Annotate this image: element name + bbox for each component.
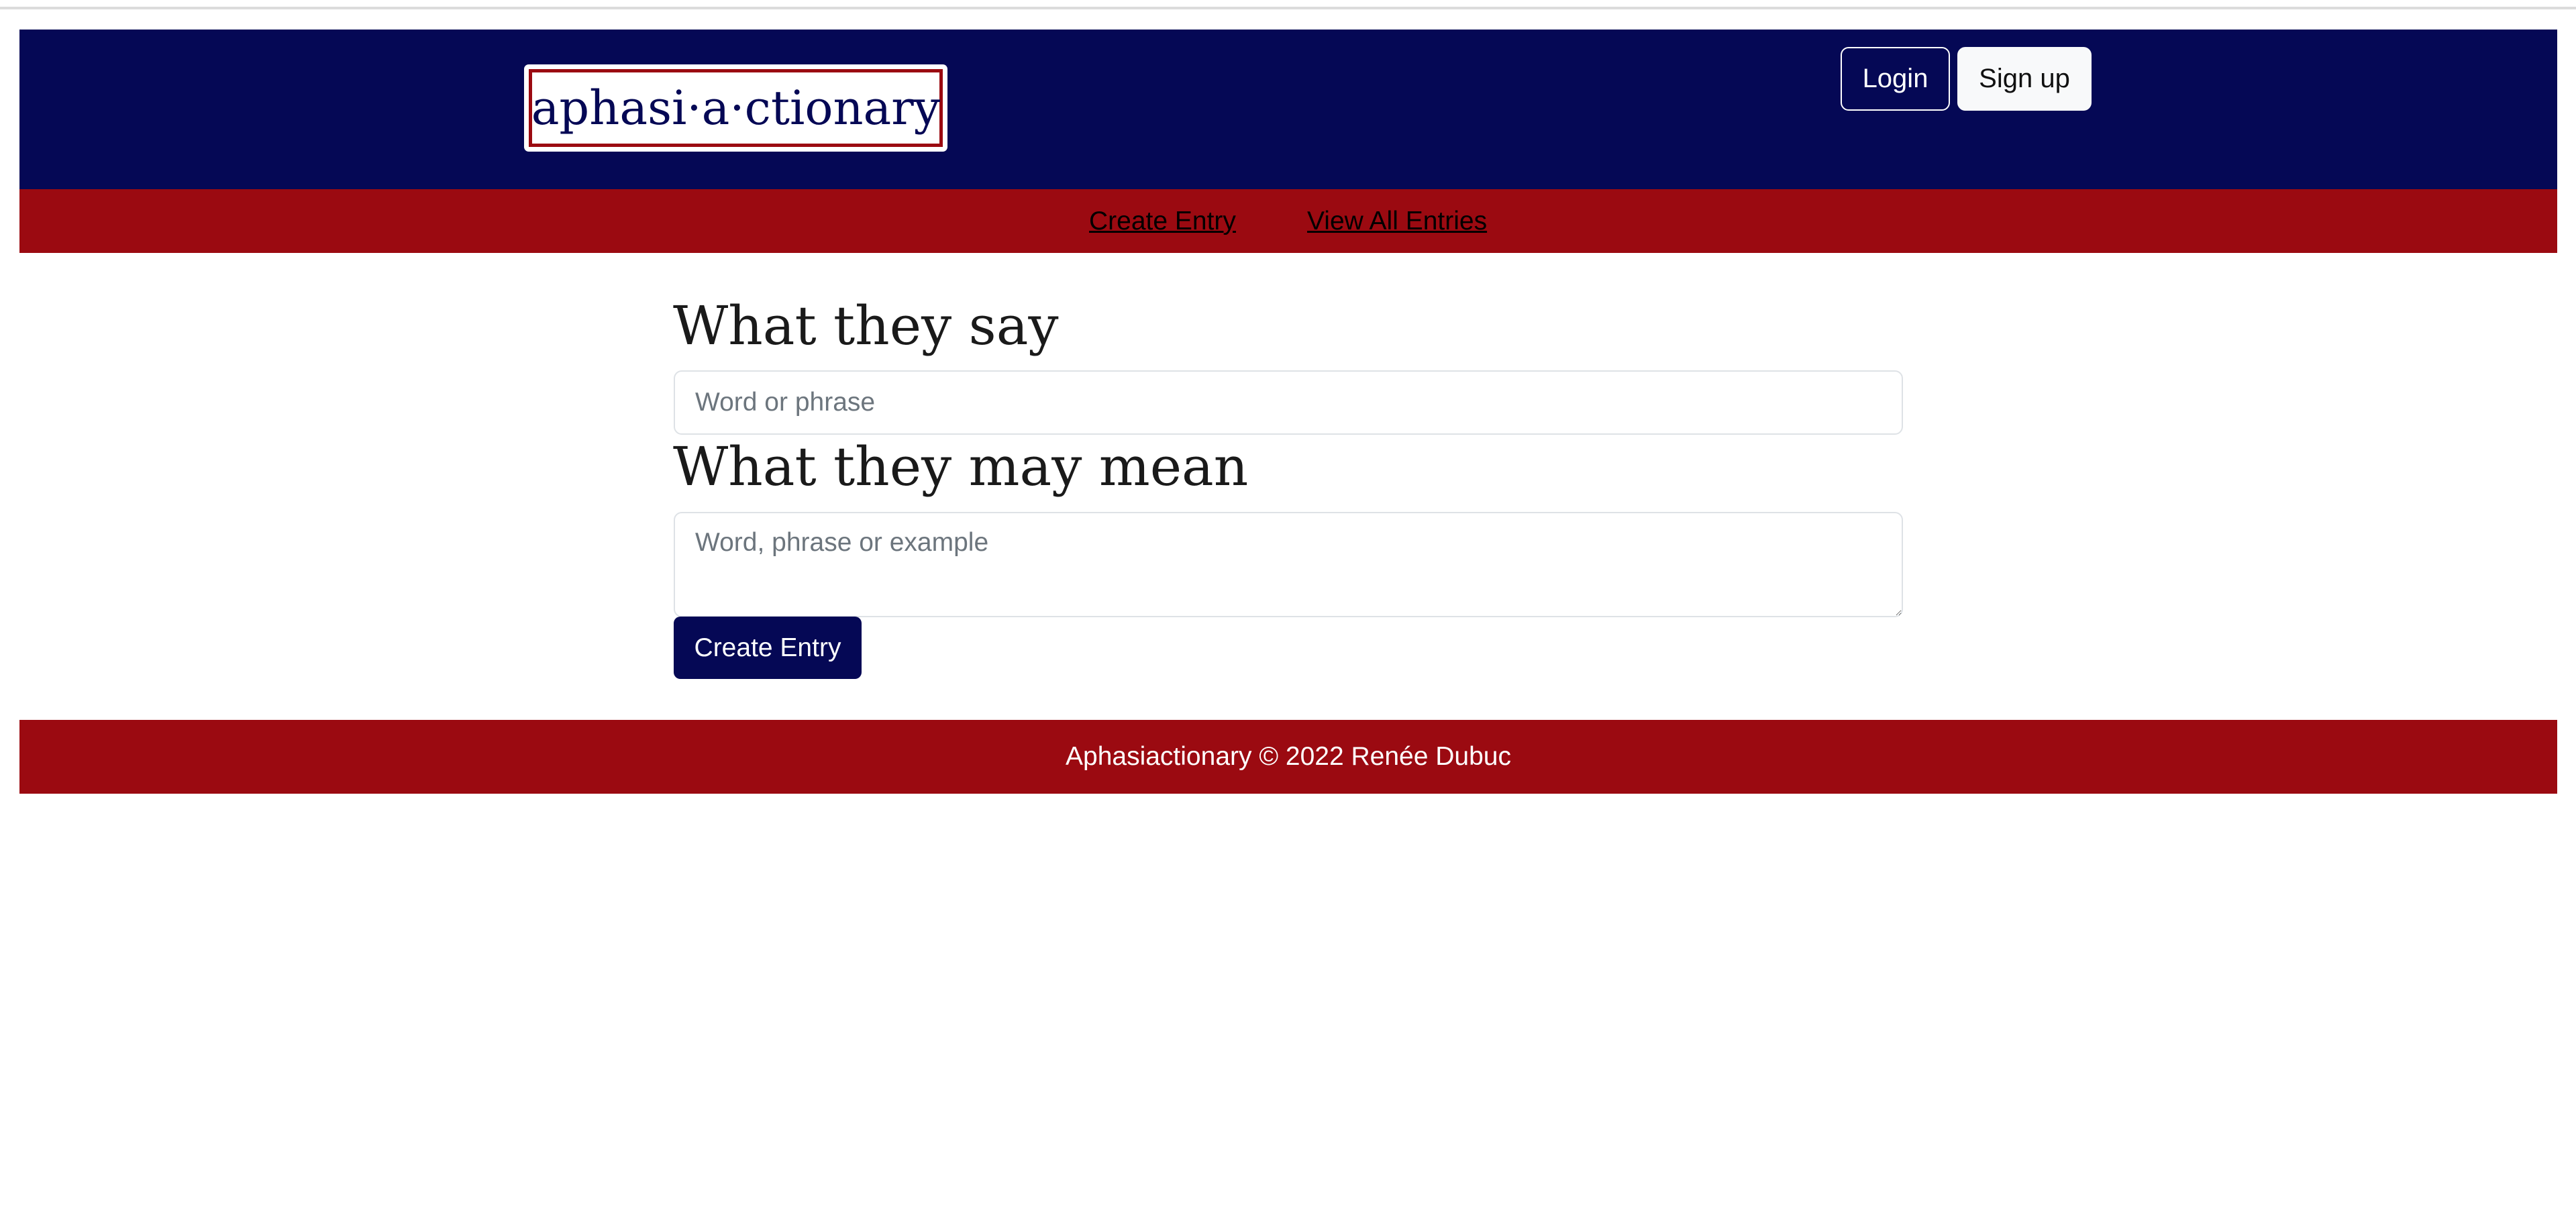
logo-text: aphasi·a·ctionary [531, 81, 941, 136]
nav-link-create-entry[interactable]: Create Entry [1089, 189, 1236, 253]
login-button[interactable]: Login [1841, 47, 1950, 111]
logo-frame: aphasi·a·ctionary [529, 69, 943, 147]
site-logo[interactable]: aphasi·a·ctionary [525, 65, 947, 151]
main-nav: Create Entry View All Entries [19, 189, 2557, 253]
create-entry-button[interactable]: Create Entry [674, 617, 862, 679]
what-they-may-mean-heading: What they may mean [673, 435, 1249, 498]
signup-button[interactable]: Sign up [1957, 47, 2092, 111]
what-they-say-input[interactable] [674, 370, 1903, 435]
site-footer: Aphasiactionary © 2022 Renée Dubuc [19, 720, 2557, 794]
browser-top-border [0, 7, 2576, 9]
footer-copyright: Aphasiactionary © 2022 Renée Dubuc [1066, 742, 1511, 771]
what-they-may-mean-textarea[interactable] [674, 512, 1903, 617]
what-they-say-heading: What they say [673, 295, 1059, 357]
nav-link-view-all-entries[interactable]: View All Entries [1307, 189, 1487, 253]
site-header: aphasi·a·ctionary [19, 30, 2557, 189]
